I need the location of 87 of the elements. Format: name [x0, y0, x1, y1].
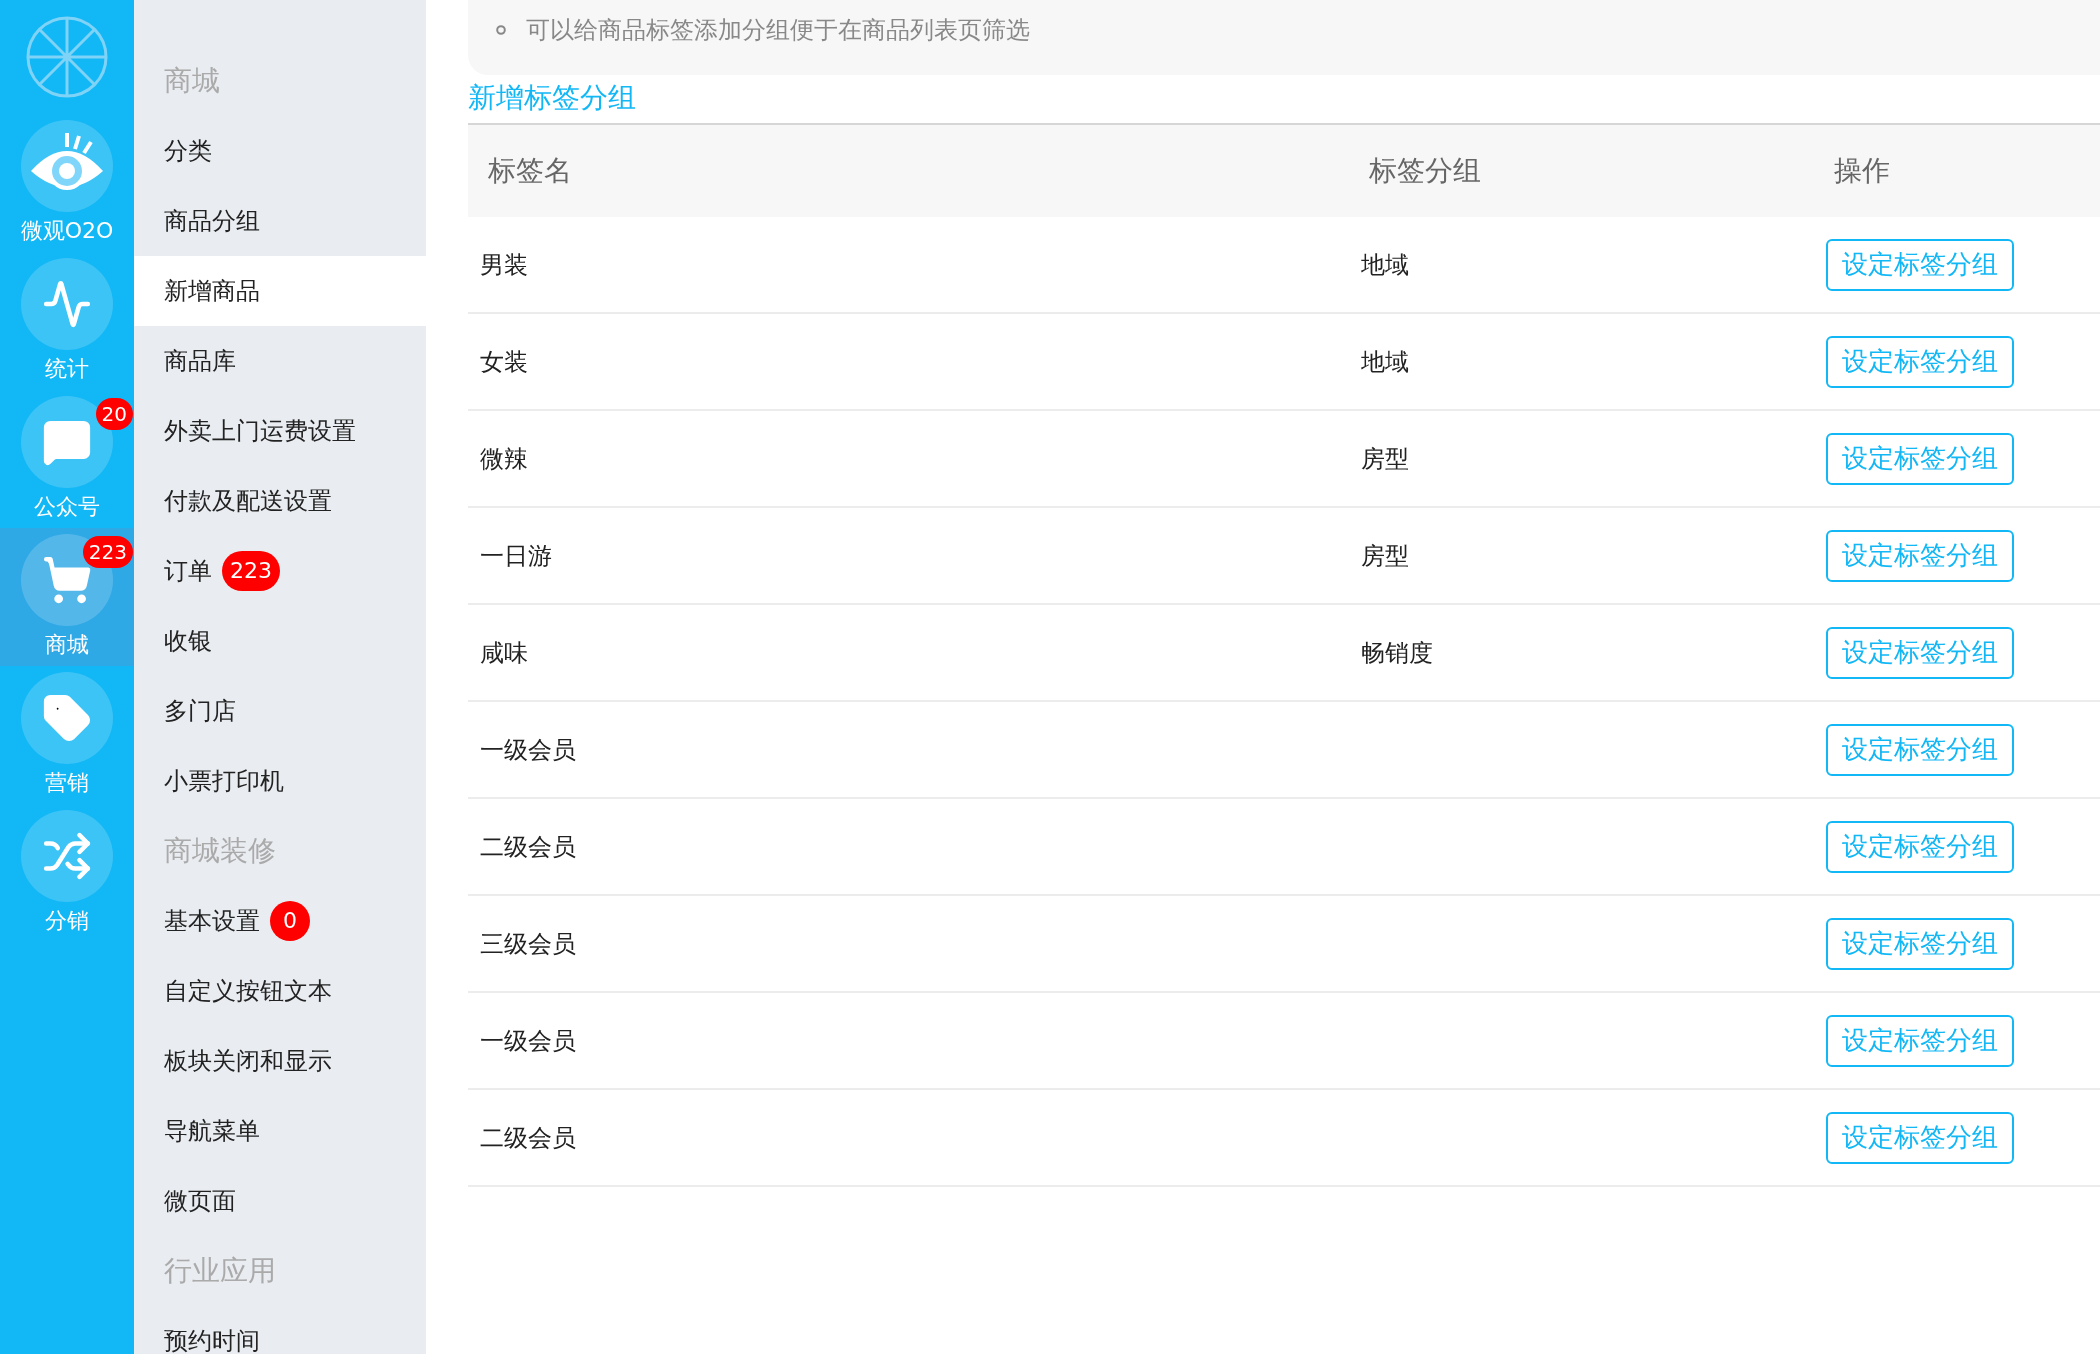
- sidebar-item-label: 小票打印机: [164, 766, 284, 797]
- nav-label: 统计: [45, 355, 89, 383]
- set-tag-group-button[interactable]: 设定标签分组: [1826, 723, 2015, 776]
- nav-label: 营销: [45, 769, 89, 797]
- pulse-icon: [42, 279, 92, 329]
- sidebar-item[interactable]: 小票打印机: [134, 746, 426, 816]
- sidebar-item[interactable]: 订单 223: [134, 536, 426, 606]
- nav-item[interactable]: 微观O2O: [0, 114, 134, 252]
- table-cell: 一日游: [468, 507, 1350, 604]
- column-header: 标签名: [468, 124, 1350, 217]
- sidebar-item-label: 多门店: [164, 696, 236, 727]
- sidebar-item-label: 新增商品: [164, 276, 260, 307]
- table-cell: 三级会员: [468, 895, 1350, 992]
- set-tag-group-button[interactable]: 设定标签分组: [1826, 432, 2015, 485]
- nav-label: 微观O2O: [20, 217, 114, 245]
- table-cell: 二级会员: [468, 1089, 1350, 1186]
- sidebar-item[interactable]: 多门店: [134, 676, 426, 746]
- table-cell: 女装: [468, 313, 1350, 410]
- sidebar-section-title: 商城装修: [163, 833, 277, 869]
- set-tag-group-button[interactable]: 设定标签分组: [1826, 529, 2015, 582]
- count-badge: 223: [82, 536, 133, 568]
- set-tag-group-button[interactable]: 设定标签分组: [1826, 238, 2015, 291]
- sidebar-item[interactable]: 板块关闭和显示: [134, 1026, 426, 1096]
- wheel-logo-icon: [25, 15, 109, 99]
- nav-label: 公众号: [34, 493, 100, 521]
- count-badge: 223: [222, 551, 280, 591]
- nav-item[interactable]: 20 公众号: [0, 390, 134, 528]
- table-cell: 二级会员: [468, 798, 1350, 895]
- add-tag-group-link[interactable]: 新增标签分组: [468, 79, 636, 117]
- cart-icon: [42, 555, 92, 605]
- column-header: 标签分组: [1349, 124, 1815, 217]
- table-cell: 一级会员: [468, 992, 1350, 1089]
- sidebar-item-label: 商品库: [164, 346, 236, 377]
- set-tag-group-button[interactable]: 设定标签分组: [1826, 917, 2015, 970]
- table-cell: 男装: [468, 217, 1350, 313]
- set-tag-group-button[interactable]: 设定标签分组: [1826, 820, 2015, 873]
- sidebar-section-title: 商城: [163, 63, 221, 99]
- sidebar-item[interactable]: 商品分组: [134, 186, 426, 256]
- sidebar-item[interactable]: 付款及配送设置: [134, 466, 426, 536]
- column-header: 操作: [1814, 124, 2100, 217]
- table-cell: 地域: [1349, 313, 1815, 410]
- sidebar-item[interactable]: 商品库: [134, 326, 426, 396]
- nav-item[interactable]: 统计: [0, 252, 134, 390]
- tag-icon: [42, 693, 92, 743]
- sidebar-item[interactable]: 基本设置 0: [134, 886, 426, 956]
- table-cell: 房型: [1349, 507, 1815, 604]
- sidebar-item-label: 导航菜单: [164, 1116, 260, 1147]
- sidebar-item[interactable]: 微页面: [134, 1166, 426, 1236]
- set-tag-group-button[interactable]: 设定标签分组: [1826, 1014, 2015, 1067]
- table-cell: 地域: [1349, 217, 1815, 313]
- table-cell: 微辣: [468, 410, 1350, 507]
- shuffle-icon: [42, 831, 92, 881]
- set-tag-group-button[interactable]: 设定标签分组: [1826, 626, 2015, 679]
- nav-item[interactable]: 营销: [0, 666, 134, 804]
- sidebar-item[interactable]: 新增商品: [134, 256, 426, 326]
- nav-item[interactable]: 223 商城: [0, 528, 134, 666]
- sidebar-item-label: 分类: [164, 136, 212, 167]
- sidebar-item-label: 收银: [164, 626, 212, 657]
- sidebar-section-title: 行业应用: [163, 1253, 277, 1289]
- set-tag-group-button[interactable]: 设定标签分组: [1826, 335, 2015, 388]
- sidebar-item[interactable]: 收银: [134, 606, 426, 676]
- count-badge: 20: [95, 398, 133, 430]
- count-badge: 0: [270, 901, 310, 941]
- sidebar-item-label: 微页面: [164, 1186, 236, 1217]
- sidebar-item-label: 外卖上门运费设置: [164, 416, 356, 447]
- bullet-icon: [496, 25, 506, 35]
- sidebar-item[interactable]: 预约时间: [134, 1306, 426, 1354]
- table-cell: 房型: [1349, 410, 1815, 507]
- table-cell: 畅销度: [1349, 604, 1815, 701]
- sidebar-item-label: 订单: [164, 556, 212, 587]
- nav-label: 分销: [45, 907, 89, 935]
- sidebar-item[interactable]: 分类: [134, 116, 426, 186]
- sidebar-item-label: 商品分组: [164, 206, 260, 237]
- nav-item[interactable]: 分销: [0, 804, 134, 942]
- sidebar-item-label: 基本设置: [164, 906, 260, 937]
- sidebar-item[interactable]: 导航菜单: [134, 1096, 426, 1166]
- table-cell: 咸味: [468, 604, 1350, 701]
- sidebar-item-label: 预约时间: [164, 1326, 260, 1354]
- sidebar-item[interactable]: 外卖上门运费设置: [134, 396, 426, 466]
- sidebar-item-label: 付款及配送设置: [164, 486, 332, 517]
- sidebar-item[interactable]: 自定义按钮文本: [134, 956, 426, 1026]
- sidebar-item-label: 板块关闭和显示: [164, 1046, 332, 1077]
- notice-text: 可以给商品标签添加分组便于在商品列表页筛选: [526, 15, 1030, 46]
- nav-label: 商城: [45, 631, 89, 659]
- set-tag-group-button[interactable]: 设定标签分组: [1826, 1111, 2015, 1164]
- sidebar-item-label: 自定义按钮文本: [164, 976, 332, 1007]
- table-cell: 一级会员: [468, 701, 1350, 798]
